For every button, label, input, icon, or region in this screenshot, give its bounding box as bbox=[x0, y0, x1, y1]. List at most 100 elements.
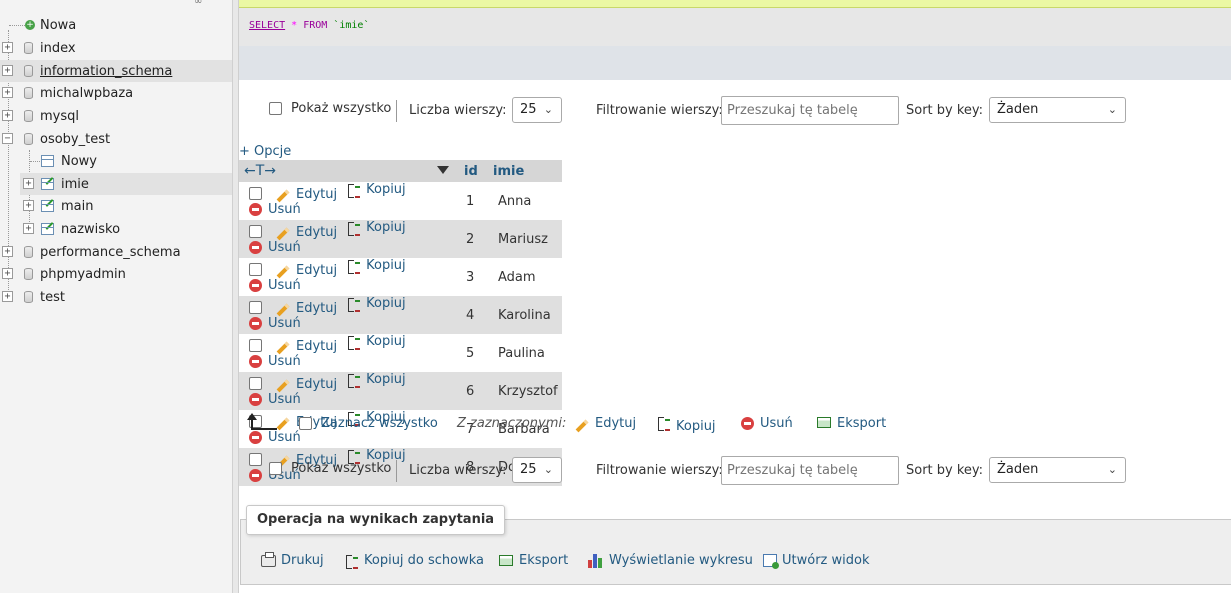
cell-imie[interactable]: Anna bbox=[487, 182, 562, 220]
tree-item-db-information-schema[interactable]: + information_schema bbox=[0, 60, 232, 82]
copy-icon bbox=[347, 183, 361, 198]
tree-item-table-nazwisko[interactable]: + nazwisko bbox=[0, 218, 232, 240]
edit-label: Edytuj bbox=[296, 263, 338, 278]
row-checkbox[interactable] bbox=[249, 224, 262, 238]
rows-label: Liczba wierszy: bbox=[409, 103, 507, 118]
tree-item-label: information_schema bbox=[40, 63, 173, 79]
cell-id[interactable]: 2 bbox=[458, 220, 487, 258]
tree-item-new-table[interactable]: Nowy bbox=[0, 150, 232, 172]
copy-row-link[interactable]: Kopiuj bbox=[347, 296, 406, 312]
cell-id[interactable]: 1 bbox=[458, 182, 487, 220]
row-actions-cell: Edytuj Kopiuj Usuń bbox=[239, 334, 458, 372]
show-all-checkbox[interactable] bbox=[269, 462, 282, 475]
tree-item-new-database[interactable]: + Nowa bbox=[0, 14, 232, 36]
select-all-checkbox[interactable] bbox=[299, 417, 312, 430]
link-icon[interactable]: ∞ bbox=[194, 0, 202, 7]
bulk-edit-button[interactable]: Edytuj bbox=[575, 416, 636, 433]
cell-imie[interactable]: Adam bbox=[487, 258, 562, 296]
display-chart-button[interactable]: Wyświetlanie wykresu bbox=[588, 553, 753, 568]
tree-item-db-performance-schema[interactable]: + performance_schema bbox=[0, 241, 232, 263]
row-checkbox[interactable] bbox=[249, 262, 262, 276]
select-all-link[interactable]: Zaznacz wszystko bbox=[321, 416, 438, 431]
copy-row-link[interactable]: Kopiuj bbox=[347, 220, 406, 236]
cell-id[interactable]: 6 bbox=[458, 372, 487, 410]
cell-id[interactable]: 4 bbox=[458, 296, 487, 334]
edit-row-link[interactable]: Edytuj bbox=[276, 301, 337, 316]
collapse-icon[interactable]: − bbox=[2, 133, 13, 144]
column-arrows-icon[interactable]: ←T→ bbox=[244, 163, 276, 179]
sort-triangle-icon[interactable] bbox=[437, 166, 449, 174]
tree-item-db-osoby-test[interactable]: − osoby_test bbox=[0, 128, 232, 150]
copy-row-link[interactable]: Kopiuj bbox=[347, 334, 406, 350]
cell-id[interactable]: 5 bbox=[458, 334, 487, 372]
expand-icon[interactable]: + bbox=[2, 268, 13, 279]
edit-row-link[interactable]: Edytuj bbox=[276, 263, 337, 278]
delete-row-link[interactable]: Usuń bbox=[249, 202, 301, 217]
export-button[interactable]: Eksport bbox=[499, 553, 568, 568]
copy-icon bbox=[345, 554, 359, 569]
row-checkbox[interactable] bbox=[249, 338, 262, 352]
copy-row-link[interactable]: Kopiuj bbox=[347, 372, 406, 388]
bulk-export-button[interactable]: Eksport bbox=[817, 416, 886, 431]
export-icon bbox=[817, 417, 831, 428]
cell-imie[interactable]: Paulina bbox=[487, 334, 562, 372]
rows-select[interactable]: 25 ⌄ bbox=[512, 97, 562, 123]
delete-row-link[interactable]: Usuń bbox=[249, 392, 301, 407]
sql-query-text[interactable]: SELECT * FROM `imie` bbox=[249, 20, 369, 31]
tree-item-db-test[interactable]: + test bbox=[0, 286, 232, 308]
expand-icon[interactable]: + bbox=[2, 291, 13, 302]
edit-row-link[interactable]: Edytuj bbox=[276, 225, 337, 240]
tree-item-db-michalwpbaza[interactable]: + michalwpbaza bbox=[0, 82, 232, 104]
show-all-checkbox[interactable] bbox=[269, 102, 282, 115]
expand-icon[interactable]: + bbox=[23, 223, 34, 234]
tree-item-table-imie[interactable]: + imie bbox=[20, 173, 232, 195]
copy-row-link[interactable]: Kopiuj bbox=[347, 258, 406, 274]
delete-row-link[interactable]: Usuń bbox=[249, 240, 301, 255]
cell-imie[interactable]: Krzysztof bbox=[487, 372, 562, 410]
cell-imie[interactable]: Mariusz bbox=[487, 220, 562, 258]
expand-icon[interactable]: + bbox=[2, 87, 13, 98]
print-button[interactable]: Drukuj bbox=[261, 551, 324, 568]
tree-item-db-index[interactable]: + index bbox=[0, 37, 232, 59]
table-icon bbox=[41, 223, 54, 235]
bulk-copy-button[interactable]: Kopiuj bbox=[657, 416, 716, 434]
copy-row-link[interactable]: Kopiuj bbox=[347, 182, 406, 198]
cell-imie[interactable]: Karolina bbox=[487, 296, 562, 334]
cell-id[interactable]: 3 bbox=[458, 258, 487, 296]
row-checkbox[interactable] bbox=[249, 186, 262, 200]
options-link[interactable]: + Opcje bbox=[239, 144, 291, 159]
tree-item-db-phpmyadmin[interactable]: + phpmyadmin bbox=[0, 263, 232, 285]
expand-icon[interactable]: + bbox=[2, 42, 13, 53]
delete-row-link[interactable]: Usuń bbox=[249, 278, 301, 293]
tree-item-db-mysql[interactable]: + mysql bbox=[0, 105, 232, 127]
sql-query-toolbar bbox=[239, 46, 1231, 80]
copy-label: Kopiuj bbox=[366, 182, 406, 197]
expand-icon[interactable]: + bbox=[2, 65, 13, 76]
delete-row-link[interactable]: Usuń bbox=[249, 316, 301, 331]
sort-select[interactable]: Żaden ⌄ bbox=[989, 457, 1126, 483]
edit-label: Edytuj bbox=[296, 377, 338, 392]
expand-icon[interactable]: + bbox=[2, 246, 13, 257]
edit-row-link[interactable]: Edytuj bbox=[276, 187, 337, 202]
filter-input[interactable]: Przeszukaj tę tabelę bbox=[721, 456, 899, 485]
row-checkbox[interactable] bbox=[249, 300, 262, 314]
create-view-button[interactable]: Utwórz widok bbox=[763, 553, 869, 569]
bulk-delete-button[interactable]: Usuń bbox=[741, 416, 793, 431]
expand-icon[interactable]: + bbox=[23, 178, 34, 189]
filter-input[interactable]: Przeszukaj tę tabelę bbox=[721, 96, 899, 125]
expand-icon[interactable]: + bbox=[2, 110, 13, 121]
row-checkbox[interactable] bbox=[249, 376, 262, 390]
copy-to-clipboard-button[interactable]: Kopiuj do schowka bbox=[345, 553, 484, 569]
edit-row-link[interactable]: Edytuj bbox=[276, 339, 337, 354]
tree-item-label: main bbox=[61, 198, 94, 214]
edit-row-link[interactable]: Edytuj bbox=[276, 377, 337, 392]
sql-keyword-select[interactable]: SELECT bbox=[249, 20, 285, 31]
rows-select[interactable]: 25 ⌄ bbox=[512, 457, 562, 483]
column-header-imie[interactable]: imie bbox=[487, 160, 562, 182]
column-header-id[interactable]: id bbox=[458, 160, 487, 182]
expand-icon[interactable]: + bbox=[23, 200, 34, 211]
tree-item-table-main[interactable]: + main bbox=[0, 195, 232, 217]
delete-row-link[interactable]: Usuń bbox=[249, 354, 301, 369]
tree-item-label: michalwpbaza bbox=[40, 85, 134, 101]
sort-select[interactable]: Żaden ⌄ bbox=[989, 97, 1126, 123]
